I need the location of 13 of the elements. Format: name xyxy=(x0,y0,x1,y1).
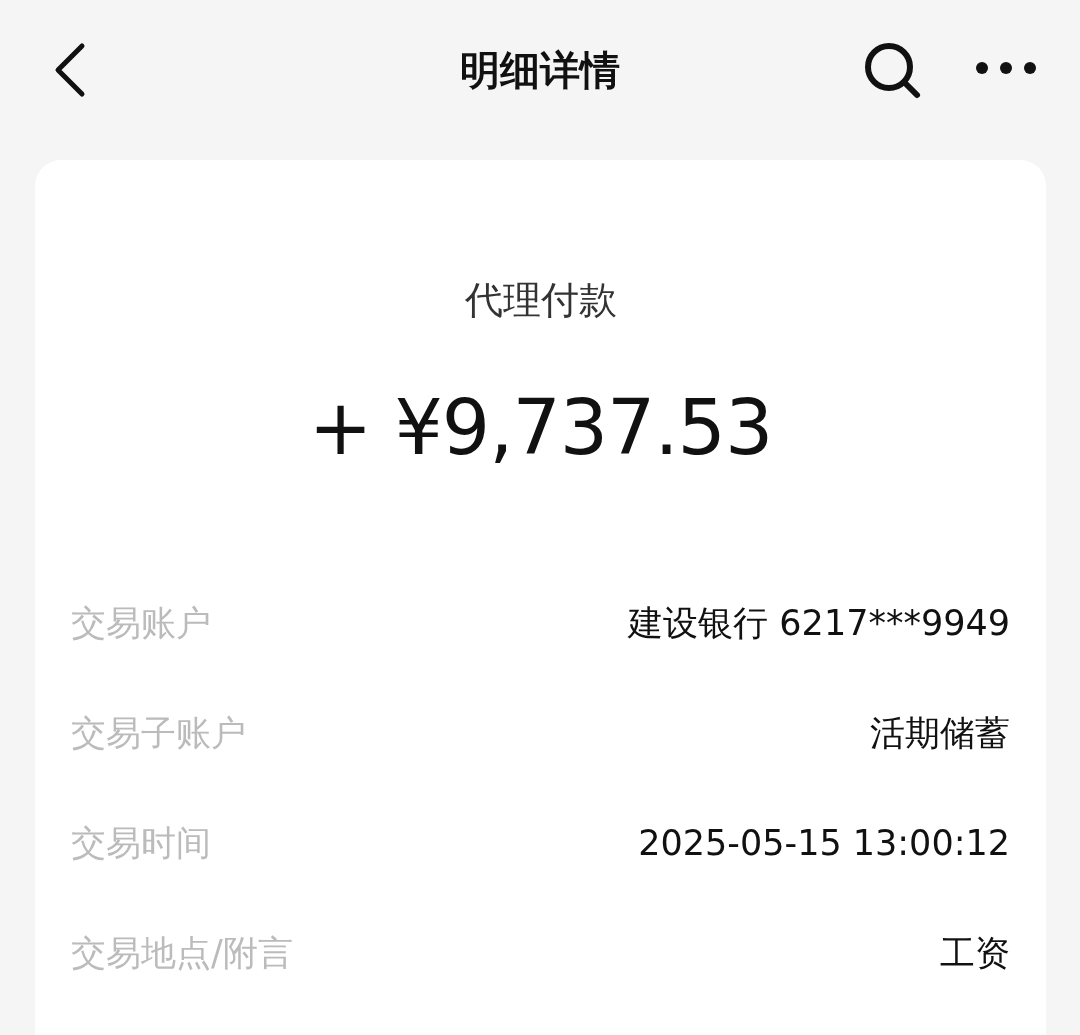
detail-label: 交易账户 xyxy=(71,601,211,645)
more-icon[interactable] xyxy=(975,60,1037,76)
detail-label: 交易子账户 xyxy=(71,711,246,755)
detail-value: 建设银行 6217***9949 xyxy=(628,601,1010,645)
detail-label: 交易时间 xyxy=(71,821,211,865)
search-icon[interactable] xyxy=(862,40,922,100)
page-title: 明细详情 xyxy=(460,45,620,95)
detail-value: 工资 xyxy=(940,931,1010,975)
detail-label: 交易地点/附言 xyxy=(71,931,293,975)
transaction-amount: + ¥9,737.53 xyxy=(308,382,773,474)
transaction-type: 代理付款 xyxy=(464,277,617,324)
detail-value: 2025-05-15 13:00:12 xyxy=(638,823,1010,863)
detail-value: 活期储蓄 xyxy=(870,711,1010,755)
